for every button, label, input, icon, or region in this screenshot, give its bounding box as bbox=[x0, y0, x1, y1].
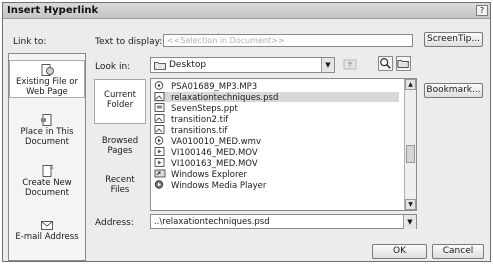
link-to-label: Link to: bbox=[13, 37, 47, 47]
text-to-display-label: Text to display: bbox=[95, 37, 163, 47]
file-row[interactable]: PSA01689_MP3.MP3 bbox=[154, 81, 399, 92]
video-file-icon bbox=[154, 136, 164, 145]
address-label: Address: bbox=[95, 218, 134, 228]
file-row[interactable]: VI100146_MED.MOV bbox=[154, 147, 399, 158]
scroll-up-arrow-icon[interactable]: ▲ bbox=[405, 79, 416, 90]
file-row[interactable]: VA010010_MED.wmv bbox=[154, 136, 399, 147]
link-to-bar: Existing File or Web Page Place in This … bbox=[8, 53, 86, 261]
image-file-icon bbox=[154, 114, 165, 123]
file-name: Windows Explorer bbox=[171, 170, 248, 180]
title-bar: Insert Hyperlink ? bbox=[3, 3, 490, 19]
video-file-icon bbox=[154, 158, 165, 167]
scroll-thumb[interactable] bbox=[406, 145, 415, 163]
address-input[interactable]: ..\relaxationtechniques.psd ▼ bbox=[150, 214, 417, 229]
file-name: transition2.tif bbox=[171, 115, 229, 125]
nav-current-folder-line1: Current bbox=[104, 90, 136, 100]
nav-current-folder-line2: Folder bbox=[106, 100, 134, 110]
media-player-icon bbox=[154, 180, 164, 189]
look-in-value: Desktop bbox=[169, 60, 207, 70]
audio-file-icon bbox=[154, 81, 164, 90]
help-button[interactable]: ? bbox=[476, 5, 488, 16]
look-in-label: Look in: bbox=[95, 62, 131, 72]
file-row[interactable]: Windows Media Player bbox=[154, 180, 399, 191]
nav-recent-files[interactable]: Recent Files bbox=[94, 175, 146, 195]
link-existing-file-line2: Web Page bbox=[26, 87, 68, 97]
text-to-display-input[interactable]: <<Selection in Document>> bbox=[163, 34, 413, 47]
link-email-address[interactable]: E-mail Address bbox=[9, 216, 85, 254]
address-value: ..\relaxationtechniques.psd bbox=[154, 217, 270, 227]
file-row[interactable]: SevenSteps.ppt bbox=[154, 103, 399, 114]
screentip-button[interactable]: ScreenTip... bbox=[424, 32, 483, 47]
image-file-icon bbox=[154, 92, 165, 101]
link-email-line1: E-mail Address bbox=[15, 232, 79, 242]
nav-recent-line2: Files bbox=[110, 185, 130, 195]
nav-recent-line1: Recent bbox=[105, 175, 135, 185]
file-name: VI100146_MED.MOV bbox=[171, 148, 258, 158]
link-existing-file[interactable]: Existing File or Web Page bbox=[9, 60, 85, 98]
presentation-file-icon bbox=[154, 103, 165, 112]
file-list[interactable]: PSA01689_MP3.MP3 relaxationtechniques.ps… bbox=[150, 78, 417, 211]
document-globe-icon bbox=[41, 64, 54, 76]
chevron-down-icon[interactable]: ▼ bbox=[403, 215, 416, 229]
link-place-line2: Document bbox=[24, 137, 70, 147]
file-name: PSA01689_MP3.MP3 bbox=[171, 82, 258, 92]
file-row[interactable]: transition2.tif bbox=[154, 114, 399, 125]
insert-hyperlink-dialog: Insert Hyperlink ? Link to: Text to disp… bbox=[2, 2, 491, 262]
file-name: transitions.tif bbox=[171, 126, 228, 136]
link-existing-file-line1: Existing File or bbox=[16, 77, 78, 87]
link-create-line1: Create New bbox=[22, 178, 72, 188]
cancel-button[interactable]: Cancel bbox=[432, 244, 484, 259]
scroll-down-arrow-icon[interactable]: ▼ bbox=[405, 199, 416, 210]
image-file-icon bbox=[154, 125, 165, 134]
file-view-nav: Current Folder Browsed Pages Recent File… bbox=[94, 79, 146, 209]
folder-icon bbox=[154, 62, 166, 70]
shortcut-icon bbox=[154, 169, 166, 178]
search-icon bbox=[380, 58, 391, 69]
file-name: SevenSteps.ppt bbox=[171, 104, 238, 114]
link-create-line2: Document bbox=[24, 188, 70, 198]
open-folder-icon bbox=[397, 60, 409, 68]
nav-browsed-pages[interactable]: Browsed Pages bbox=[94, 136, 146, 156]
file-row[interactable]: VI100163_MED.MOV bbox=[154, 158, 399, 169]
nav-browsed-line2: Pages bbox=[107, 146, 133, 156]
up-folder-icon[interactable] bbox=[343, 57, 357, 71]
search-web-button[interactable] bbox=[378, 56, 393, 71]
file-row-selected[interactable]: relaxationtechniques.psd bbox=[154, 92, 399, 103]
bookmark-button[interactable]: Bookmark... bbox=[424, 83, 483, 98]
new-document-icon bbox=[42, 165, 54, 177]
file-row[interactable]: Windows Explorer bbox=[154, 169, 399, 180]
dialog-title: Insert Hyperlink bbox=[7, 5, 99, 16]
text-to-display-value: <<Selection in Document>> bbox=[167, 36, 285, 45]
link-place-in-document[interactable]: Place in This Document bbox=[9, 111, 85, 149]
link-create-new-document[interactable]: Create New Document bbox=[9, 162, 85, 200]
file-list-scrollbar[interactable]: ▲ ▼ bbox=[404, 79, 416, 210]
link-place-line1: Place in This bbox=[20, 127, 74, 137]
video-file-icon bbox=[154, 147, 165, 156]
file-name: relaxationtechniques.psd bbox=[171, 93, 279, 103]
look-in-select[interactable]: Desktop ▼ bbox=[150, 57, 335, 73]
file-name: VA010010_MED.wmv bbox=[171, 137, 261, 147]
document-bookmark-icon bbox=[41, 114, 52, 126]
file-name: Windows Media Player bbox=[171, 181, 267, 191]
file-row[interactable]: transitions.tif bbox=[154, 125, 399, 136]
nav-current-folder[interactable]: Current Folder bbox=[94, 79, 146, 124]
envelope-icon bbox=[41, 221, 53, 230]
browse-file-button[interactable] bbox=[396, 56, 411, 71]
chevron-down-icon[interactable]: ▼ bbox=[321, 58, 334, 72]
nav-browsed-line1: Browsed bbox=[101, 136, 139, 146]
file-name: VI100163_MED.MOV bbox=[171, 159, 258, 169]
ok-button[interactable]: OK bbox=[372, 244, 427, 259]
